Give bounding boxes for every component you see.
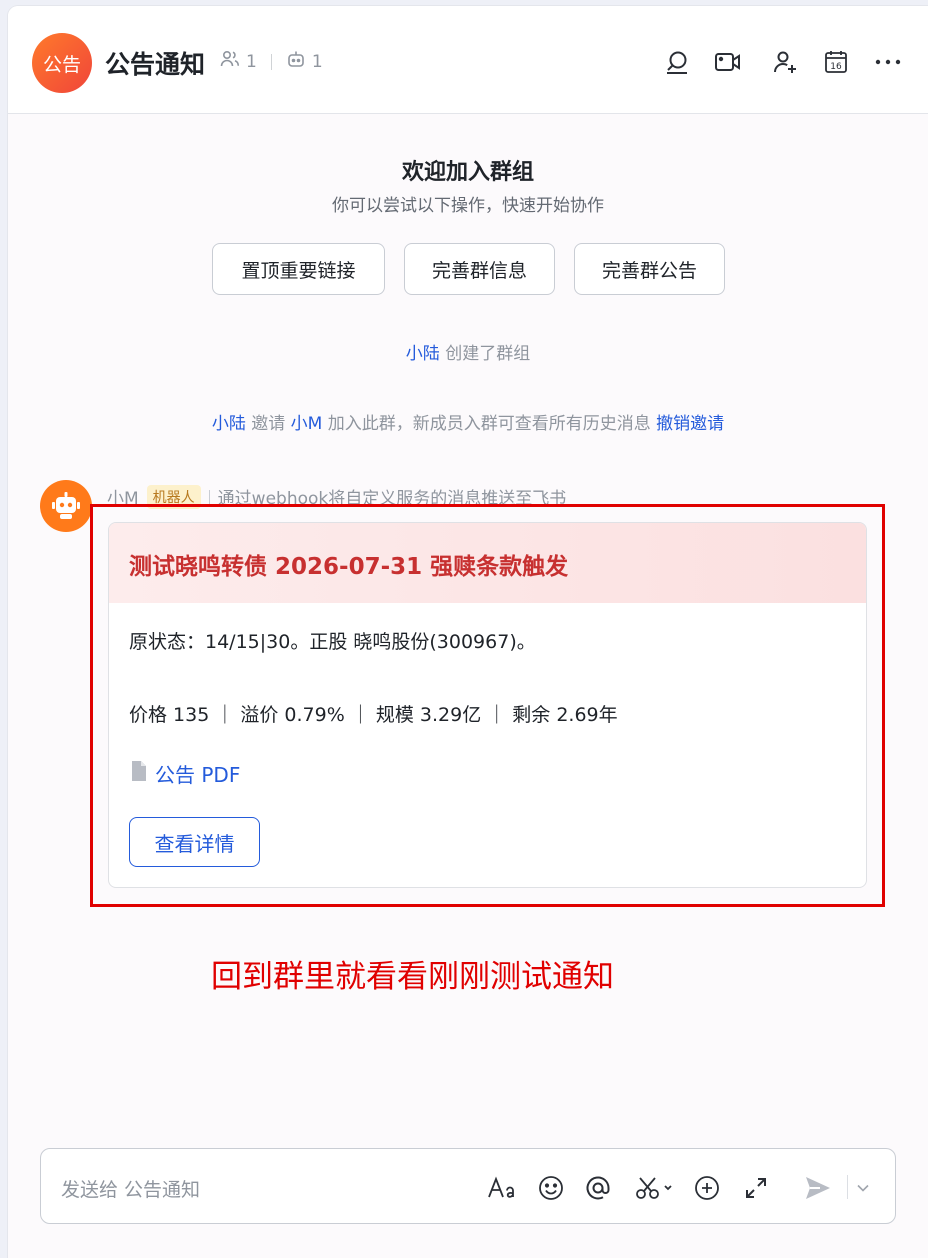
complete-group-info-button[interactable]: 完善群信息 (404, 243, 555, 295)
composer-placeholder[interactable]: 发送给 公告通知 (61, 1175, 200, 1202)
text-format-icon[interactable] (485, 1171, 519, 1205)
add-plus-icon[interactable] (690, 1171, 724, 1205)
chat-window: 公告 公告通知 1 1 16 欢迎加入群组 你可以尝试以下操作，快速开始协作 置… (8, 6, 928, 1258)
annotation-text: 回到群里就看看刚刚测试通知 (211, 959, 614, 995)
screenshot-icon[interactable] (633, 1171, 677, 1205)
group-avatar-text: 公告 (42, 53, 81, 76)
system-message-invite: 小陆 邀请 小M 加入此群，新成员入群可查看所有历史消息 撤销邀请 (8, 409, 928, 434)
bot-count: 1 (311, 51, 323, 72)
user-link-creator[interactable]: 小陆 (406, 344, 440, 364)
system-message-created: 小陆 创建了群组 (8, 339, 928, 364)
created-text: 创建了群组 (445, 344, 531, 364)
message-composer[interactable]: 发送给 公告通知 (40, 1148, 896, 1224)
invite-verb: 邀请 (251, 414, 286, 434)
send-icon[interactable] (801, 1171, 835, 1205)
welcome-title: 欢迎加入群组 (401, 160, 534, 185)
annotation-highlight-box (90, 504, 885, 907)
bot-icon[interactable] (286, 50, 306, 73)
pin-links-button[interactable]: 置顶重要链接 (212, 243, 385, 295)
send-options-chevron-icon[interactable] (852, 1171, 874, 1205)
invite-text: 加入此群，新成员入群可查看所有历史消息 (327, 414, 651, 434)
send-divider (847, 1175, 848, 1199)
group-title[interactable]: 公告通知 (105, 45, 205, 81)
group-avatar[interactable]: 公告 (32, 33, 92, 93)
calendar-icon[interactable]: 16 (820, 46, 852, 78)
welcome-subtitle: 你可以尝试以下操作，快速开始协作 (332, 196, 604, 216)
video-call-icon[interactable] (712, 46, 744, 78)
chat-header: 公告 公告通知 1 1 16 (8, 6, 928, 114)
svg-text:16: 16 (830, 62, 842, 72)
bot-avatar[interactable] (40, 480, 92, 532)
meta-divider (270, 53, 272, 70)
member-count: 1 (246, 51, 257, 72)
user-link-inviter[interactable]: 小陆 (212, 414, 246, 434)
search-icon[interactable] (661, 46, 693, 78)
expand-icon[interactable] (739, 1171, 773, 1205)
group-meta: 1 1 (220, 50, 323, 73)
add-member-icon[interactable] (769, 46, 801, 78)
more-icon[interactable] (872, 46, 904, 78)
user-link-invitee[interactable]: 小M (291, 414, 323, 434)
members-icon[interactable] (220, 50, 240, 73)
complete-group-notice-button[interactable]: 完善群公告 (574, 243, 725, 295)
revoke-invite-link[interactable]: 撤销邀请 (656, 414, 724, 434)
emoji-icon[interactable] (534, 1171, 568, 1205)
meta-separator (208, 489, 210, 504)
mention-icon[interactable] (581, 1171, 615, 1205)
